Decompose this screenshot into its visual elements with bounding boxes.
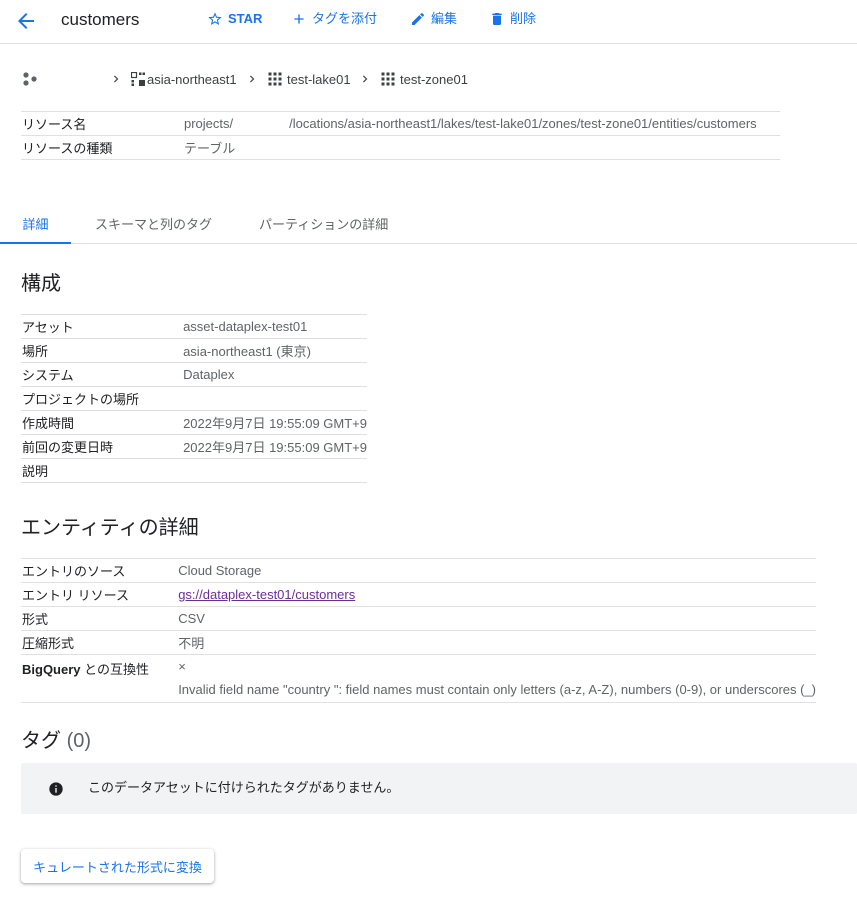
delete-label: 削除 — [510, 11, 537, 26]
breadcrumb-region[interactable]: asia-northeast1 — [131, 67, 237, 91]
tab-bar: 詳細 スキーマと列のタグ パーティションの詳細 — [0, 207, 857, 244]
chevron-right-icon — [245, 67, 259, 91]
back-arrow-icon — [18, 13, 34, 29]
breadcrumb-lake-label: test-lake01 — [287, 71, 351, 87]
star-button[interactable]: STAR — [207, 10, 262, 28]
page-title: customers — [61, 10, 140, 29]
config-key: 前回の変更日時 — [21, 434, 184, 459]
info-icon — [49, 782, 63, 796]
table-row: 場所 asia-northeast1 (東京) — [21, 338, 367, 363]
table-row: 作成時間 2022年9月7日 19:55:09 GMT+9 — [21, 410, 367, 435]
breadcrumb-zone-label: test-zone01 — [400, 71, 468, 87]
pencil-icon — [412, 12, 425, 25]
tags-heading-label: タグ — [21, 730, 61, 752]
config-value — [183, 386, 367, 411]
plus-icon — [294, 14, 304, 24]
bigquery-compat-value: × Invalid field name "country ": field n… — [178, 654, 816, 703]
add-tag-button[interactable]: タグを添付 — [291, 10, 377, 28]
config-key: 説明 — [21, 458, 184, 483]
table-row: 前回の変更日時 2022年9月7日 19:55:09 GMT+9 — [21, 434, 367, 459]
entry-resource-link[interactable]: gs://dataplex-test01/customers — [178, 587, 355, 602]
table-row: システム Dataplex — [21, 362, 367, 387]
table-row: リソースの種類 テーブル — [21, 135, 780, 160]
resource-name-value: projects/ /locations/asia-northeast1/lake… — [184, 111, 780, 136]
bigquery-compat-key-rest: との互換性 — [80, 662, 149, 677]
breadcrumb-zone[interactable]: test-zone01 — [381, 67, 468, 91]
resource-type-key: リソースの種類 — [21, 135, 184, 160]
config-key: プロジェクトの場所 — [21, 386, 184, 411]
entity-key: エントリのソース — [21, 558, 179, 583]
resource-name-prefix: projects/ — [184, 116, 234, 131]
entity-key: 形式 — [21, 606, 179, 631]
star-icon — [208, 12, 222, 25]
tags-count: (0) — [66, 730, 92, 752]
breadcrumb-lake[interactable]: test-lake01 — [268, 67, 351, 91]
compat-mark: × — [178, 659, 186, 674]
entity-value: gs://dataplex-test01/customers — [178, 582, 816, 607]
config-key: 場所 — [21, 338, 184, 363]
entity-table: エントリのソース Cloud Storage エントリ リソース gs://da… — [21, 558, 816, 703]
delete-button[interactable]: 削除 — [489, 10, 536, 28]
bigquery-compat-key-bold: BigQuery — [22, 662, 81, 677]
tab-schema[interactable]: スキーマと列のタグ — [95, 207, 212, 243]
back-button[interactable] — [14, 9, 38, 33]
config-value: 2022年9月7日 19:55:09 GMT+9 — [183, 410, 367, 435]
table-row: 圧縮形式 不明 — [21, 630, 816, 655]
table-row: 説明 — [21, 458, 367, 483]
chevron-right-icon — [358, 67, 372, 91]
add-tag-label: タグを添付 — [312, 11, 378, 26]
breadcrumb-region-label: asia-northeast1 — [147, 71, 237, 87]
resource-table: リソース名 projects/ /locations/asia-northeast… — [21, 111, 780, 160]
edit-button[interactable]: 編集 — [410, 10, 457, 28]
config-value: asia-northeast1 (東京) — [183, 338, 367, 363]
entity-key: エントリ リソース — [21, 582, 179, 607]
table-row: BigQuery との互換性 × Invalid field name "cou… — [21, 654, 816, 703]
region-grid-icon — [131, 72, 145, 86]
zone-grid-icon — [381, 72, 395, 86]
resource-type-value: テーブル — [184, 135, 780, 160]
config-table: アセット asset-dataplex-test01 場所 asia-north… — [21, 314, 367, 483]
dataplex-link[interactable] — [22, 67, 38, 91]
config-key: アセット — [21, 314, 184, 339]
table-row: エントリのソース Cloud Storage — [21, 558, 816, 583]
tags-empty-message: このデータアセットに付けられたタグがありません。 — [88, 780, 400, 795]
breadcrumb: asia-northeast1 test-lake01 test-zone01 — [22, 67, 852, 91]
edit-label: 編集 — [431, 11, 458, 26]
config-key: 作成時間 — [21, 410, 184, 435]
config-value — [183, 458, 367, 483]
chevron-right-icon — [109, 67, 123, 91]
table-row: 形式 CSV — [21, 606, 816, 631]
config-heading: 構成 — [21, 273, 61, 295]
tab-details[interactable]: 詳細 — [0, 207, 71, 244]
resource-name-suffix: /locations/asia-northeast1/lakes/test-la… — [289, 116, 757, 131]
compat-error-text: Invalid field name "country ": field nam… — [178, 682, 816, 697]
entity-key: 圧縮形式 — [21, 630, 179, 655]
tags-heading: タグ (0) — [21, 728, 91, 754]
entity-heading: エンティティの詳細 — [21, 517, 199, 539]
table-row: リソース名 projects/ /locations/asia-northeast… — [21, 111, 780, 136]
entity-value: 不明 — [178, 630, 816, 655]
trash-icon — [492, 13, 502, 25]
config-value: Dataplex — [183, 362, 367, 387]
entity-value: CSV — [178, 606, 816, 631]
tab-partitions[interactable]: パーティションの詳細 — [259, 207, 388, 243]
star-label: STAR — [228, 11, 263, 26]
lake-grid-icon — [268, 72, 282, 86]
table-row: エントリ リソース gs://dataplex-test01/customers — [21, 582, 816, 607]
resource-name-key: リソース名 — [21, 111, 184, 136]
entity-value: Cloud Storage — [178, 558, 816, 583]
table-row: プロジェクトの場所 — [21, 386, 367, 411]
config-value: asset-dataplex-test01 — [183, 314, 367, 339]
table-row: アセット asset-dataplex-test01 — [21, 314, 367, 339]
config-value: 2022年9月7日 19:55:09 GMT+9 — [183, 434, 367, 459]
page-header: customers STAR タグを添付 編集 削除 — [0, 0, 857, 44]
convert-curated-button[interactable]: キュレートされた形式に変換 — [21, 849, 214, 883]
tags-empty-box: このデータアセットに付けられたタグがありません。 — [21, 763, 857, 814]
dataplex-icon — [23, 72, 37, 86]
bigquery-compat-key: BigQuery との互換性 — [21, 654, 179, 703]
config-key: システム — [21, 362, 184, 387]
